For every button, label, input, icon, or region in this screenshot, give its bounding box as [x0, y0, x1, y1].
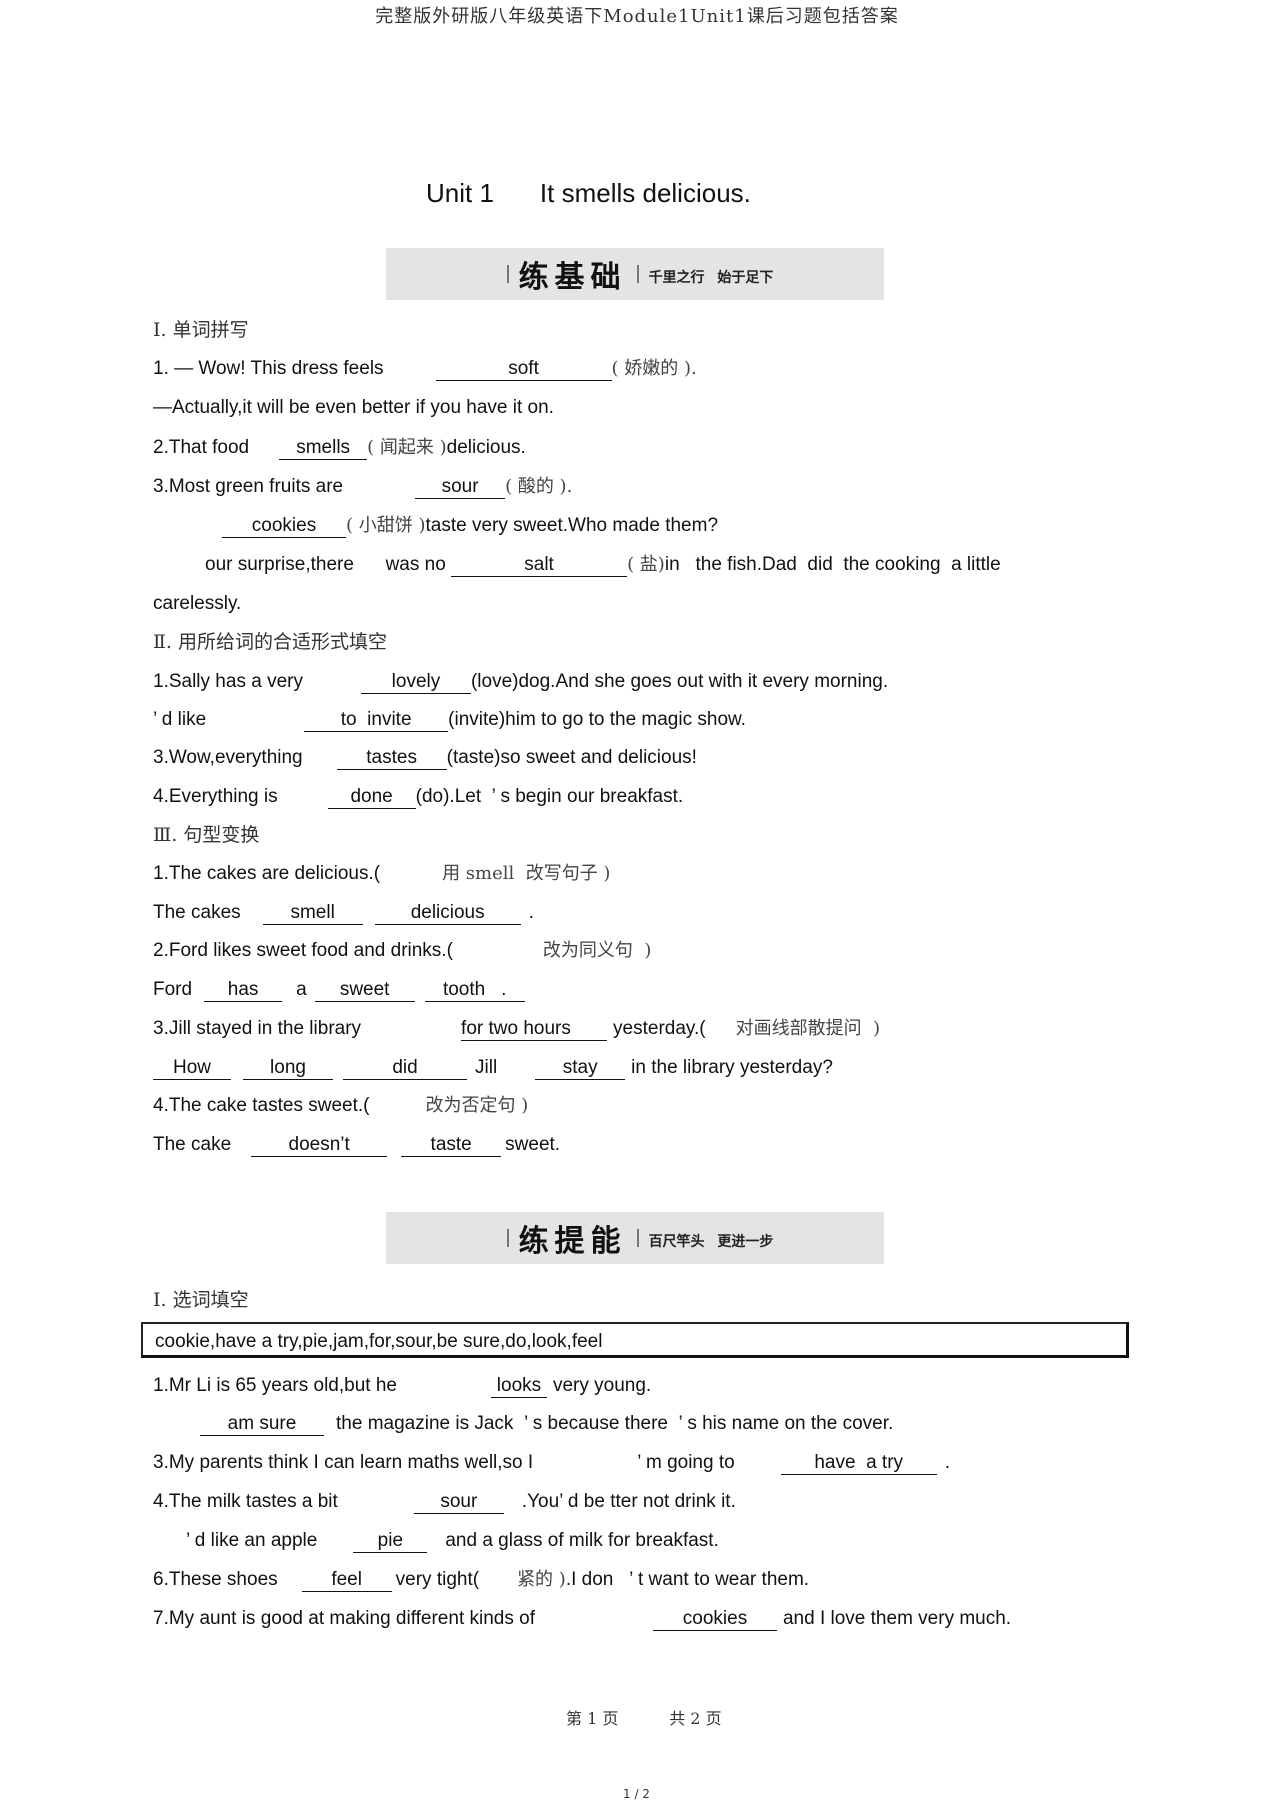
document-header-title: 完整版外研版八年级英语下Module1Unit1课后习题包括答案: [375, 6, 899, 27]
total-pages: 共 2 页: [669, 1709, 722, 1728]
answer-blank: doesn’t: [251, 1134, 388, 1157]
banner-motto: 千里之行 始于足下: [648, 270, 774, 286]
answer-blank: long: [243, 1057, 333, 1080]
answer-blank: cookies: [652, 1608, 777, 1631]
answer-line: Ford has a sweet tooth .: [153, 978, 525, 1002]
question-line: 2.That food smells( 闻起来 )delicious.: [153, 437, 526, 460]
unit-title: Unit 1 It smells delicious.: [426, 178, 751, 209]
answer-blank: to invite: [304, 709, 449, 732]
answer-line: The cakes smell delicious.: [153, 902, 534, 925]
banner-divider: [636, 1229, 639, 1247]
page-indicator: 1 / 2: [623, 1787, 650, 1801]
question-line: ’ d like to invite (invite)him to go to th…: [153, 709, 746, 732]
question-line: ’ d like an apple pie and a glass of milk …: [186, 1530, 719, 1553]
section-heading: Ⅱ. 用所给词的合适形式填空: [153, 631, 387, 653]
question-line: 1.The cakes are delicious.(用 smell 改写句子 …: [153, 863, 611, 884]
answer-blank: stay: [535, 1057, 626, 1080]
answer-blank: smells: [279, 437, 368, 460]
question-line: 1.Mr Li is 65 years old,but he looks very …: [153, 1375, 652, 1398]
banner-divider: [636, 265, 639, 283]
underlined-phrase: for two hours: [461, 1018, 608, 1041]
question-line: 1. — Wow! This dress feels soft( 娇嫩的 ).: [153, 358, 697, 381]
banner-divider: [506, 265, 509, 283]
question-line: carelessly.: [153, 593, 242, 614]
question-line: 2.Ford likes sweet food and drinks.(改为同义…: [153, 940, 652, 961]
banner-motto: 百尺竿头 更进一步: [648, 1234, 774, 1250]
answer-blank: sour: [413, 1491, 504, 1514]
question-line: 7.My aunt is good at making different ki…: [153, 1608, 1012, 1631]
answer-blank: did: [343, 1057, 467, 1080]
question-line: 4.The milk tastes a bit sour .You’ d be tt…: [153, 1491, 736, 1514]
answer-blank: smell: [262, 902, 363, 925]
banner-title: 练提能: [518, 1224, 627, 1259]
answer-blank: has: [204, 979, 283, 1002]
section-banner-advanced: 练提能 百尺竿头 更进一步: [386, 1212, 884, 1264]
unit-subtitle: It smells delicious.: [539, 178, 751, 208]
answer-line: The cake doesn’t taste sweet.: [153, 1134, 561, 1157]
answer-blank: am sure: [200, 1413, 324, 1436]
question-line: 3.Most green fruits are sour( 酸的 ).: [153, 476, 573, 499]
current-page: 第 1 页: [566, 1709, 619, 1728]
answer-blank: cookies: [222, 515, 346, 538]
answer-blank: looks: [490, 1375, 547, 1398]
question-line: 4.Everything is done (do).Let ’ s begin ou…: [153, 786, 684, 809]
answer-blank: tastes: [336, 747, 447, 770]
section-heading: Ⅰ. 单词拼写: [153, 319, 249, 341]
question-line: 3.My parents think I can learn maths wel…: [153, 1452, 950, 1475]
answer-blank: salt: [451, 554, 628, 577]
question-line: 4.The cake tastes sweet.(改为否定句 ): [153, 1095, 529, 1116]
page-footer: 第 1 页 共 2 页: [566, 1705, 722, 1729]
answer-blank: taste: [401, 1134, 502, 1157]
answer-blank: lovely: [360, 671, 471, 694]
question-line: am sure the magazine is Jack ’ s because …: [200, 1412, 893, 1436]
section-banner-basic: 练基础 千里之行 始于足下: [386, 248, 884, 300]
unit-label: Unit 1: [426, 178, 494, 208]
answer-blank: tooth .: [424, 979, 525, 1002]
question-line: 3.Jill stayed in the library for two hour…: [153, 1018, 881, 1041]
answer-blank: feel: [301, 1569, 392, 1592]
answer-blank: delicious: [374, 902, 521, 925]
section-heading: Ⅰ. 选词填空: [153, 1289, 249, 1311]
question-line: 1.Sally has a very lovely (love)dog.And sh…: [153, 671, 889, 694]
answer-blank: done: [327, 786, 416, 809]
question-line: cookies( 小甜饼 )taste very sweet.Who made …: [222, 514, 718, 538]
answer-blank: soft: [435, 358, 612, 381]
answer-line: How long did Jill stay in the library yesterd…: [153, 1056, 833, 1080]
banner-title: 练基础: [518, 260, 627, 295]
banner-divider: [506, 1229, 509, 1247]
answer-blank: sour: [415, 476, 506, 499]
answer-blank: pie: [353, 1530, 428, 1553]
section-heading: Ⅲ. 句型变换: [153, 824, 260, 846]
question-line: 3.Wow,everything tastes (taste)so sweet an…: [153, 747, 697, 770]
question-line: 6.These shoes feel very tight(紧的 ).I don ’…: [153, 1569, 810, 1592]
word-bank-box: cookie,have a try,pie,jam,for,sour,be su…: [141, 1322, 1129, 1358]
answer-blank: How: [153, 1057, 231, 1080]
answer-blank: have a try: [780, 1452, 937, 1475]
question-line: —Actually,it will be even better if you …: [153, 397, 554, 418]
question-line: our surprise,there was no salt( 盐)in the…: [205, 554, 1001, 577]
answer-blank: sweet: [314, 979, 415, 1002]
